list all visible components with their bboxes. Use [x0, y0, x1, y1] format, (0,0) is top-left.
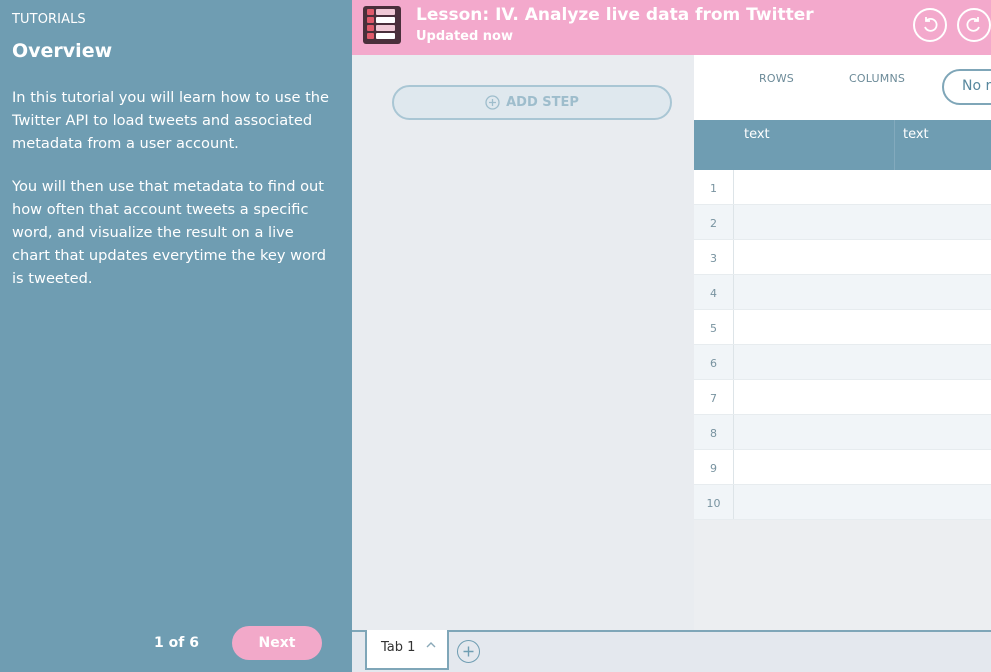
plus-circle-icon [485, 95, 500, 110]
table-cell[interactable] [734, 275, 991, 309]
tutorial-body: In this tutorial you will learn how to u… [12, 86, 332, 310]
redo-icon [966, 17, 980, 32]
lesson-icon [363, 6, 401, 44]
row-number: 9 [694, 450, 734, 484]
chevron-up-icon[interactable] [425, 639, 437, 651]
table-toolbar: ROWS COLUMNS No rows [694, 55, 991, 120]
undo-icon [924, 17, 938, 32]
column-header[interactable]: text [903, 127, 929, 142]
table-cell[interactable] [734, 240, 991, 274]
next-button[interactable]: Next [232, 626, 322, 660]
column-divider [894, 120, 895, 170]
table-cell[interactable] [734, 170, 991, 204]
tutorial-paragraph: In this tutorial you will learn how to u… [12, 89, 330, 152]
column-header-row: text text [694, 120, 991, 170]
row-number: 2 [694, 205, 734, 239]
table-row: 1 [694, 170, 991, 205]
table-row: 3 [694, 240, 991, 275]
lesson-title: Lesson: IV. Analyze live data from Twitt… [416, 5, 814, 25]
table-cell[interactable] [734, 450, 991, 484]
table-row: 7 [694, 380, 991, 415]
undo-button[interactable] [913, 8, 947, 42]
lesson-header: Lesson: IV. Analyze live data from Twitt… [352, 0, 991, 55]
module-steps-panel: ADD STEP [352, 55, 694, 630]
add-step-label: ADD STEP [506, 95, 579, 110]
table-row: 4 [694, 275, 991, 310]
no-rows-button[interactable]: No rows [942, 69, 991, 105]
add-step-button[interactable]: ADD STEP [392, 85, 672, 120]
table-row: 8 [694, 415, 991, 450]
tutorials-kicker: TUTORIALS [12, 12, 86, 27]
table-cell[interactable] [734, 310, 991, 344]
table-cell[interactable] [734, 380, 991, 414]
tutorial-sidebar: TUTORIALS Overview In this tutorial you … [0, 0, 352, 672]
tab-label: Tab 1 [381, 640, 416, 655]
column-header[interactable]: text [744, 127, 770, 142]
tutorial-paragraph: You will then use that metadata to find … [12, 178, 327, 287]
table-body: 1 2 3 4 5 6 7 8 9 10 [694, 170, 991, 520]
row-number: 10 [694, 485, 734, 519]
tutorial-title: Overview [12, 40, 113, 62]
row-number: 7 [694, 380, 734, 414]
table-cell[interactable] [734, 415, 991, 449]
columns-count-label: COLUMNS [849, 72, 906, 85]
tab-1[interactable]: Tab 1 [365, 630, 449, 670]
table-row: 2 [694, 205, 991, 240]
table-row: 5 [694, 310, 991, 345]
table-row: 6 [694, 345, 991, 380]
row-number: 5 [694, 310, 734, 344]
lesson-updated-status: Updated now [416, 29, 513, 44]
tabs-bar: Tab 1 [352, 630, 991, 672]
rows-count-label: ROWS [759, 72, 794, 85]
table-cell[interactable] [734, 345, 991, 379]
row-number: 3 [694, 240, 734, 274]
plus-icon [463, 646, 474, 657]
table-row: 10 [694, 485, 991, 520]
row-number: 6 [694, 345, 734, 379]
redo-button[interactable] [957, 8, 991, 42]
row-number: 1 [694, 170, 734, 204]
row-number: 4 [694, 275, 734, 309]
table-row: 9 [694, 450, 991, 485]
row-number: 8 [694, 415, 734, 449]
table-area: ROWS COLUMNS No rows text text 1 2 3 4 5… [694, 55, 991, 630]
table-cell[interactable] [734, 485, 991, 519]
table-cell[interactable] [734, 205, 991, 239]
add-tab-button[interactable] [457, 640, 480, 663]
page-indicator: 1 of 6 [154, 635, 199, 651]
